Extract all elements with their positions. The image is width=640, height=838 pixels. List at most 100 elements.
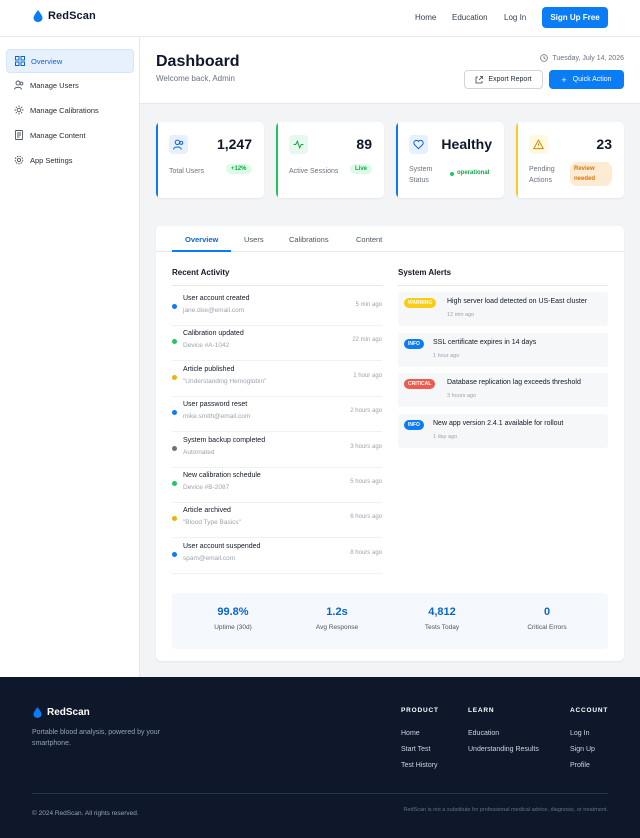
sidebar-item-label: App Settings [30, 155, 73, 165]
footer-link-education[interactable]: Education [468, 730, 499, 737]
users-icon [14, 80, 24, 90]
warning-icon [529, 135, 548, 154]
activity-title: User account suspended [183, 542, 261, 550]
quick-action-button[interactable]: + Quick Action [549, 70, 624, 89]
activity-icon [289, 135, 308, 154]
alert-item[interactable]: INFO New app version 2.4.1 available for … [398, 413, 608, 448]
metric-label: Tests Today [424, 624, 460, 631]
alert-item[interactable]: WARNING High server load detected on US-E… [398, 292, 608, 326]
metric-value: 4,812 [428, 606, 456, 618]
activity-time: 5 min ago [355, 302, 382, 308]
main-content: Dashboard Welcome back, Admin Tuesday, J… [140, 37, 640, 677]
footer-link-signup[interactable]: Sign Up [570, 746, 595, 753]
status-badge: Live [350, 164, 373, 174]
activity-row[interactable]: User password reset mike.smith@email.com 2… [172, 397, 382, 433]
activity-title: New calibration schedule [183, 472, 261, 479]
activity-time: 1 hour ago [353, 372, 382, 379]
alert-time: 12 min ago [447, 312, 475, 318]
activity-row[interactable]: New calibration schedule Device #B-2087 5 … [172, 468, 382, 503]
nav-login[interactable]: Log In [504, 13, 526, 22]
activity-row[interactable]: User account suspended spam@email.com 8 ho… [172, 539, 382, 574]
status-badge: operational [457, 170, 490, 176]
activity-row[interactable]: System backup completed Automated 3 hours … [172, 433, 382, 468]
quick-label: Quick Action [572, 76, 612, 83]
activity-subtitle: Device #B-2087 [183, 484, 230, 491]
activity-subtitle: Automated [183, 448, 215, 456]
alert-severity-badge: INFO [404, 419, 424, 430]
nav-education[interactable]: Education [452, 13, 488, 22]
alert-item[interactable]: INFO SSL certificate expires in 14 days 1 … [398, 332, 608, 367]
footer-link-understanding-results[interactable]: Understanding Results [468, 746, 539, 753]
status-badge: Review needed [570, 162, 612, 186]
footer-link-start-test[interactable]: Start Test [401, 746, 430, 753]
footer-brand[interactable]: RedScan [33, 707, 90, 718]
footer-link-test-history[interactable]: Test History [401, 762, 438, 769]
status-dot [450, 172, 454, 176]
stat-card-pending: 23 Pending Actions Review needed [516, 122, 624, 198]
brand-logo[interactable]: RedScan [33, 10, 96, 22]
export-report-button[interactable]: Export Report [464, 70, 543, 89]
activity-row[interactable]: Article published "Understanding Hemoglob… [172, 362, 382, 397]
blood-drop-icon [33, 707, 42, 718]
tab-overview[interactable]: Overview [185, 235, 218, 244]
footer-divider [32, 793, 608, 794]
alert-time: 3 hours ago [447, 393, 477, 399]
activity-subtitle: "Blood Type Basics" [183, 519, 241, 527]
stat-label: System Status [409, 166, 433, 184]
page-title: Dashboard [156, 53, 240, 70]
stat-value: 89 [356, 136, 372, 152]
users-icon [169, 135, 188, 154]
metric-label: Uptime (30d) [214, 624, 252, 631]
footer-heading-learn: LEARN [468, 707, 495, 714]
grid-icon [15, 56, 25, 66]
tab-calibrations[interactable]: Calibrations [289, 235, 329, 244]
stat-label: Total Users [169, 168, 205, 175]
activity-dot [172, 304, 177, 309]
sidebar-item-label: Manage Users [30, 80, 79, 90]
activity-title: Article published [183, 365, 235, 373]
calibration-icon [14, 105, 24, 115]
sidebar-item-calibrations[interactable]: Manage Calibrations [6, 98, 134, 122]
footer-brand-name: RedScan [47, 707, 90, 718]
footer-link-home[interactable]: Home [401, 730, 420, 737]
sidebar-item-settings[interactable]: App Settings [6, 148, 134, 172]
activity-dot [172, 551, 177, 557]
activity-row[interactable]: Calibration updated Device #A-1042 22 min … [172, 326, 382, 362]
alert-message: SSL certificate expires in 14 days [433, 338, 537, 346]
footer-link-profile[interactable]: Profile [570, 762, 590, 769]
metric-value: 1.2s [326, 606, 348, 618]
alert-message: Database replication lag exceeds thresho… [447, 379, 581, 386]
metric-label: Avg Response [315, 624, 359, 631]
activity-title: System backup completed [183, 436, 266, 444]
stat-card-system: Healthy System Status operational [396, 122, 504, 198]
stat-value: Healthy [441, 136, 492, 152]
activity-time: 5 hours ago [350, 479, 382, 485]
activity-subtitle: "Understanding Hemoglobin" [183, 377, 267, 385]
metric-value: 0 [543, 606, 551, 618]
activity-subtitle: mike.smith@email.com [183, 413, 251, 421]
activity-subtitle: spam@email.com [183, 554, 236, 562]
alert-severity-badge: CRITICAL [404, 379, 436, 389]
welcome-text: Welcome back, Admin [156, 74, 235, 83]
sidebar-item-overview[interactable]: Overview [6, 49, 134, 73]
date-display: Tuesday, July 14, 2026 [540, 54, 624, 62]
signup-button[interactable]: Sign Up Free [542, 7, 608, 28]
activity-dot [172, 374, 177, 380]
sidebar-item-users[interactable]: Manage Users [6, 73, 134, 97]
date-text: Tuesday, July 14, 2026 [552, 54, 624, 62]
alert-item[interactable]: CRITICAL Database replication lag exceeds… [398, 373, 608, 407]
tab-underline [172, 250, 231, 252]
activity-row[interactable]: User account created jane.doe@email.com 5 … [172, 291, 382, 326]
activity-time: 22 min ago [352, 337, 382, 344]
activity-title: User password reset [183, 401, 248, 409]
sidebar-item-content[interactable]: Manage Content [6, 123, 134, 147]
metric-label: Critical Errors [527, 624, 567, 631]
heart-icon [409, 135, 428, 154]
activity-dot [172, 410, 177, 416]
tab-content[interactable]: Content [356, 235, 382, 244]
nav-home[interactable]: Home [415, 13, 436, 22]
tab-users[interactable]: Users [244, 235, 264, 244]
footer-link-login[interactable]: Log In [570, 730, 589, 737]
metric-response: 1.2s Avg Response [287, 606, 387, 631]
activity-row[interactable]: Article archived "Blood Type Basics" 6 hou… [172, 503, 382, 539]
